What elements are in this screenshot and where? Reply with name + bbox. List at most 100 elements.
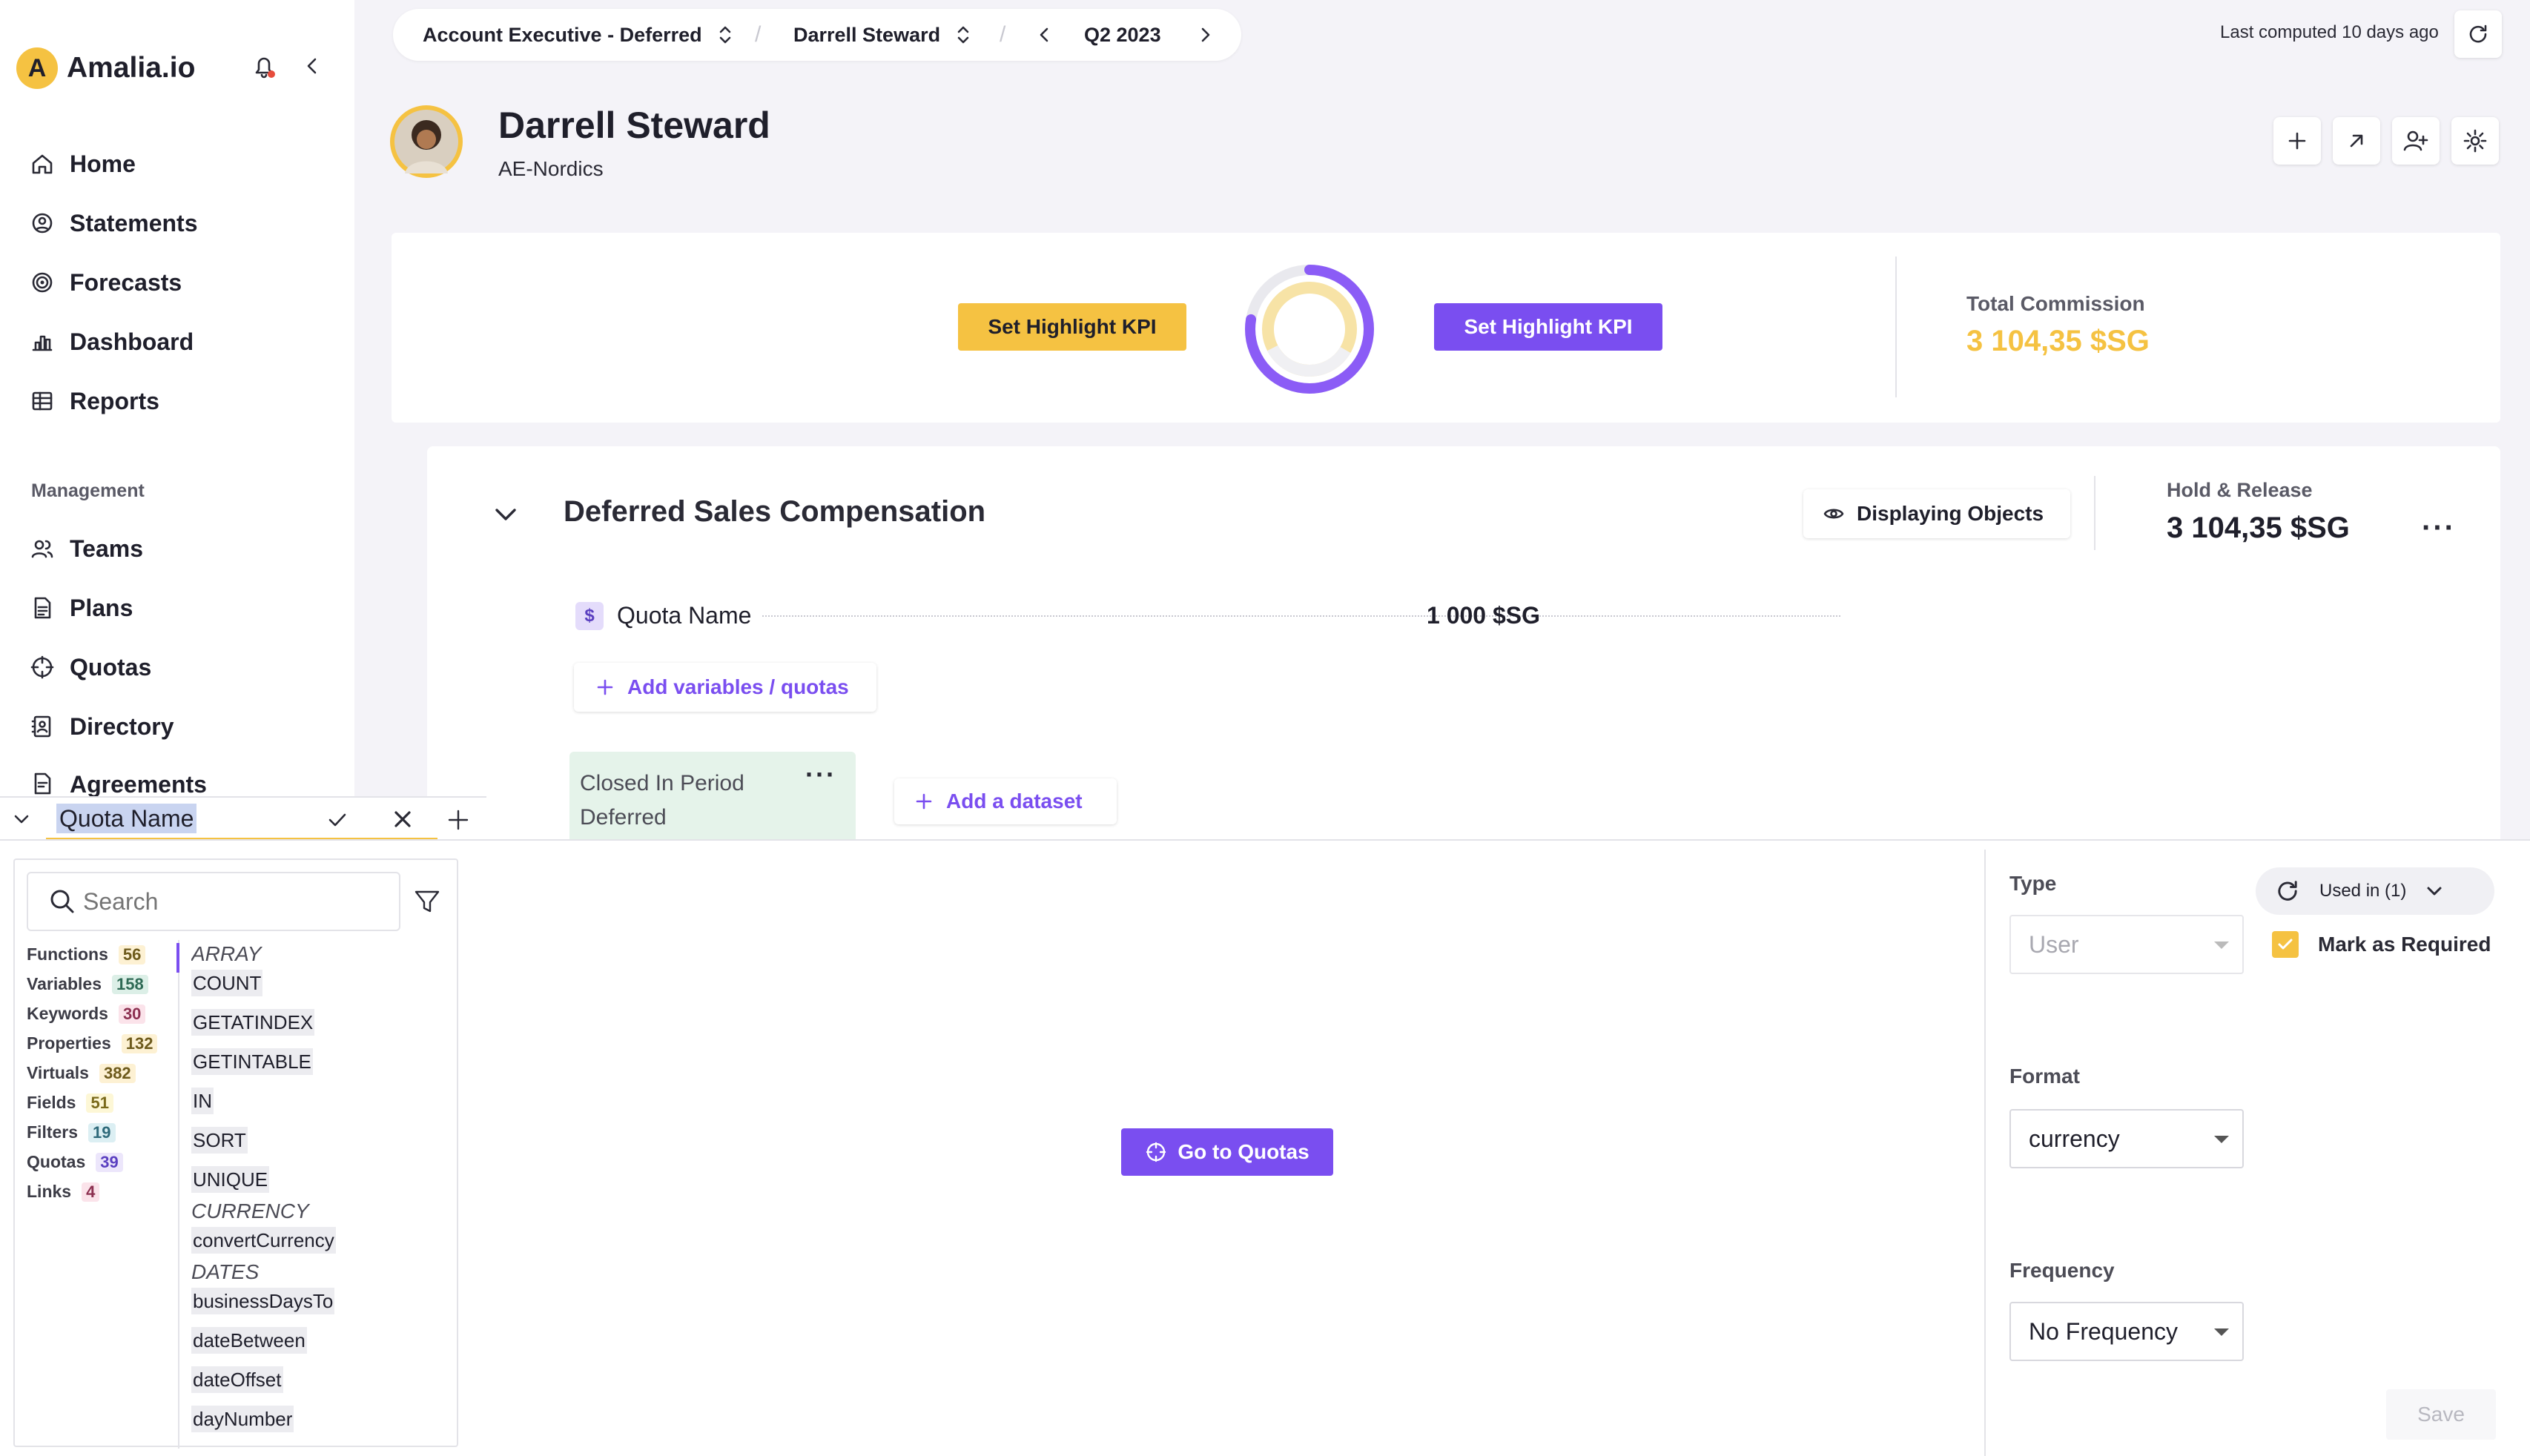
dataset-more-icon[interactable]: ···	[805, 759, 836, 790]
confirm-icon[interactable]	[325, 807, 350, 832]
function-item[interactable]: GETATINDEX	[191, 1009, 315, 1036]
format-label: Format	[2009, 1065, 2080, 1088]
function-item[interactable]: convertCurrency	[191, 1227, 336, 1254]
collapse-chevron-icon[interactable]	[489, 498, 522, 531]
function-item[interactable]: dateBetween	[191, 1327, 307, 1354]
function-item[interactable]: businessDaysTo	[191, 1288, 335, 1314]
more-options-icon[interactable]: ···	[2422, 512, 2456, 545]
caret-down-icon	[2214, 942, 2229, 949]
displaying-objects-button[interactable]: Displaying Objects	[1803, 489, 2070, 538]
sidebar-item-forecasts[interactable]: Forecasts	[30, 262, 182, 303]
filter-icon[interactable]	[412, 887, 442, 916]
caret-down-icon	[2214, 1136, 2229, 1143]
function-item[interactable]: dayNumber	[191, 1406, 294, 1432]
add-user-button[interactable]	[2392, 117, 2440, 165]
user-plus-icon	[2403, 130, 2428, 151]
sidebar-item-directory[interactable]: Directory	[30, 706, 174, 747]
function-item[interactable]: SORT	[191, 1127, 248, 1154]
category-functions[interactable]: Functions 56	[27, 944, 146, 964]
search-input[interactable]	[83, 887, 380, 916]
save-button[interactable]: Save	[2386, 1389, 2496, 1440]
category-filters[interactable]: Filters 19	[27, 1122, 116, 1142]
caret-down-icon	[2214, 1328, 2229, 1336]
currency-icon: $	[575, 602, 604, 630]
category-properties[interactable]: Properties 132	[27, 1033, 158, 1053]
sidebar: A Amalia.io Home Statements Forecasts Da…	[0, 0, 354, 797]
sidebar-item-reports[interactable]: Reports	[30, 380, 159, 422]
sidebar-item-statements[interactable]: Statements	[30, 202, 198, 244]
hold-release-value: 3 104,35 $SG	[2167, 512, 2350, 544]
set-highlight-kpi-right-button[interactable]: Set Highlight KPI	[1434, 303, 1662, 351]
function-list: ARRAY COUNT GETATINDEX GETINTABLE IN SOR…	[191, 940, 451, 1447]
go-to-quotas-button[interactable]: Go to Quotas	[1121, 1128, 1333, 1176]
group-label-array: ARRAY	[191, 942, 262, 965]
sidebar-item-plans[interactable]: Plans	[30, 587, 133, 629]
frequency-select[interactable]: No Frequency	[2009, 1302, 2244, 1361]
category-fields[interactable]: Fields 51	[27, 1093, 113, 1113]
close-icon[interactable]	[390, 807, 415, 832]
frequency-label: Frequency	[2009, 1259, 2115, 1282]
add-variables-button[interactable]: Add variables / quotas	[574, 663, 876, 712]
context-selector-bar: Account Executive - Deferred / Darrell S…	[393, 9, 1241, 61]
logo-icon: A	[16, 47, 58, 89]
functions-panel: Functions56 Variables158 Keywords30 Prop…	[13, 858, 458, 1449]
category-links[interactable]: Links 4	[27, 1182, 100, 1202]
add-tab-icon[interactable]	[445, 807, 472, 833]
function-item[interactable]: GETINTABLE	[191, 1048, 313, 1075]
kpi-card: Set Highlight KPI Set Highlight KPI Tota…	[392, 233, 2500, 423]
arrow-up-right-icon	[2350, 134, 2363, 148]
sidebar-item-dashboard[interactable]: Dashboard	[30, 321, 194, 363]
type-label: Type	[2009, 872, 2057, 895]
used-in-dropdown[interactable]: Used in (1)	[2256, 867, 2494, 915]
group-label-currency: CURRENCY	[191, 1199, 309, 1222]
format-value: currency	[2029, 1125, 2120, 1152]
open-external-button[interactable]	[2333, 117, 2380, 165]
category-virtuals[interactable]: Virtuals 382	[27, 1063, 136, 1083]
plus-icon	[2288, 132, 2306, 150]
function-item[interactable]: UNIQUE	[191, 1166, 270, 1193]
agreement-icon	[34, 772, 51, 795]
mark-required-label: Mark as Required	[2318, 933, 2491, 956]
editor-tab-active[interactable]: Quota Name	[46, 798, 437, 841]
mark-required-checkbox[interactable]	[2272, 931, 2299, 958]
previous-period-icon[interactable]	[1034, 24, 1056, 46]
search-field[interactable]	[27, 872, 400, 931]
category-quotas[interactable]: Quotas 39	[27, 1152, 123, 1172]
plan-selector[interactable]: Account Executive - Deferred	[423, 9, 733, 61]
add-dataset-button[interactable]: Add a dataset	[894, 778, 1117, 824]
sidebar-item-label: Agreements	[70, 771, 207, 796]
function-item[interactable]: dateOffset	[191, 1366, 283, 1393]
add-button[interactable]	[2273, 117, 2321, 165]
dataset-tab[interactable]: Closed In Period Deferred ···	[569, 752, 856, 847]
collapse-sidebar-icon[interactable]	[300, 53, 325, 79]
function-item[interactable]: COUNT	[191, 970, 263, 996]
sidebar-item-home[interactable]: Home	[30, 143, 136, 185]
sidebar-item-label: Home	[70, 150, 136, 177]
collapse-editor-icon[interactable]	[10, 808, 33, 830]
set-highlight-kpi-left-button[interactable]: Set Highlight KPI	[958, 303, 1186, 351]
list-divider	[178, 940, 179, 1449]
sidebar-item-agreements[interactable]: Agreements	[30, 764, 207, 796]
refresh-button[interactable]	[2454, 10, 2502, 58]
quota-name-label[interactable]: Quota Name	[617, 602, 751, 629]
sidebar-item-quotas[interactable]: Quotas	[30, 646, 151, 688]
bell-icon[interactable]	[249, 52, 279, 82]
panel-divider	[1984, 850, 1986, 1456]
gear-icon	[2463, 129, 2487, 153]
plan-selector-label: Account Executive - Deferred	[423, 23, 702, 46]
user-selector[interactable]: Darrell Steward	[793, 9, 971, 61]
next-period-icon[interactable]	[1194, 24, 1216, 46]
chevron-down-icon	[2427, 887, 2442, 896]
settings-button[interactable]	[2451, 117, 2499, 165]
app-name: Amalia.io	[67, 52, 196, 84]
editor-tab-name-input[interactable]: Quota Name	[56, 804, 197, 833]
target-icon	[1146, 1142, 1166, 1162]
category-variables[interactable]: Variables 158	[27, 974, 148, 994]
category-keywords[interactable]: Keywords 30	[27, 1004, 146, 1024]
function-item[interactable]: IN	[191, 1088, 214, 1114]
eye-icon	[1823, 509, 1844, 519]
quota-value: 1 000 $SG	[1427, 602, 1540, 629]
sidebar-item-teams[interactable]: Teams	[30, 528, 143, 569]
total-commission-value: 3 104,35 $SG	[1966, 325, 2150, 357]
format-select[interactable]: currency	[2009, 1109, 2244, 1168]
